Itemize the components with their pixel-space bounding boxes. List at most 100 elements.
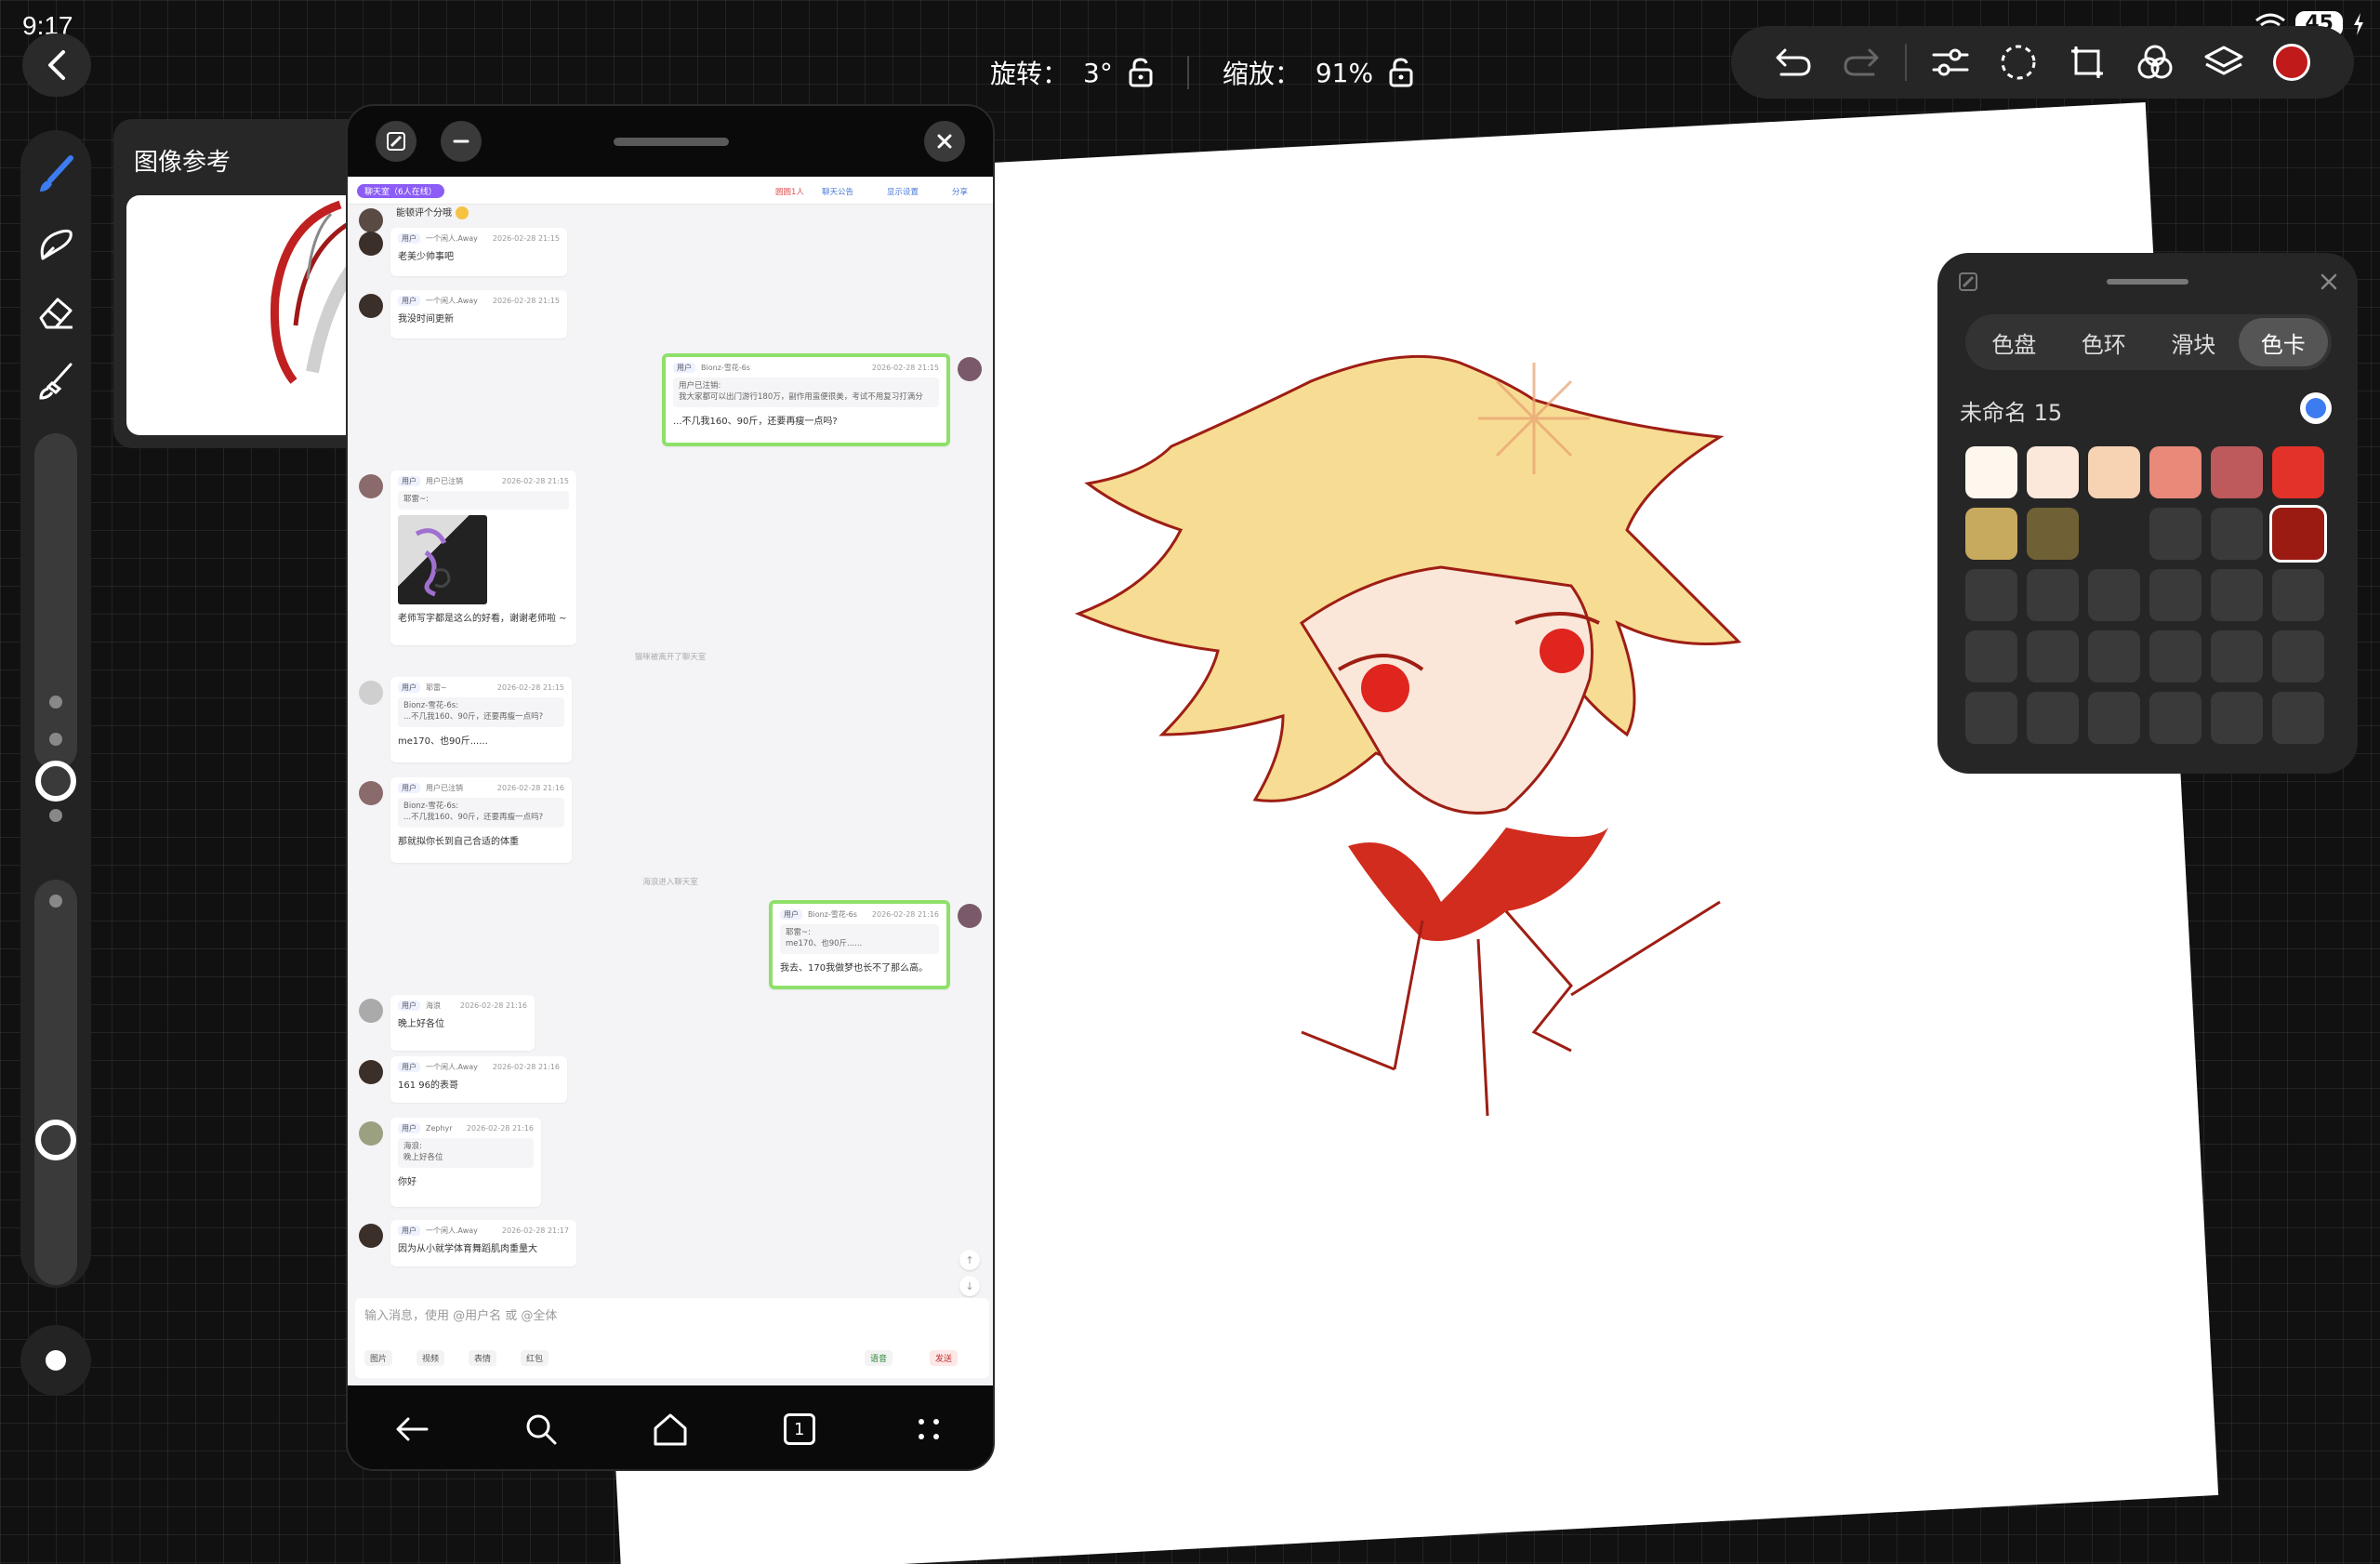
color-swatch[interactable] (2272, 630, 2324, 683)
artwork-drawing[interactable] (1069, 344, 1869, 1181)
selection-button[interactable] (1984, 26, 2053, 99)
message-bubble[interactable]: 用户 用户已注销 2026-02-28 21:15 耶雷~: 老师写字都是这么的好看，谢… (390, 471, 576, 645)
brush-size-knob[interactable] (35, 761, 76, 802)
message-bubble[interactable]: 用户 一个闲人.Away 2026-02-28 21:15 我没时间更新 (390, 290, 567, 338)
color-swatch[interactable] (1965, 446, 2017, 498)
brush-opacity-slider[interactable] (34, 880, 77, 1285)
color-swatch[interactable] (2088, 692, 2140, 744)
nav-tabs-button[interactable]: 1 (772, 1401, 827, 1457)
adjustments-button[interactable] (1916, 26, 1985, 99)
window-close-button[interactable] (924, 121, 965, 162)
nav-home-button[interactable] (642, 1401, 698, 1457)
window-resize-button[interactable] (376, 121, 416, 162)
nav-menu-button[interactable] (901, 1401, 957, 1457)
color-swatch[interactable] (1965, 630, 2017, 683)
shared-photo[interactable] (398, 514, 487, 604)
blend-button[interactable] (2121, 26, 2189, 99)
color-swatch[interactable] (2027, 569, 2079, 621)
smudge-tool-button[interactable] (32, 219, 80, 268)
scroll-down-button[interactable]: ↓ (959, 1276, 980, 1296)
avatar[interactable] (359, 474, 383, 498)
avatar[interactable] (359, 1060, 383, 1084)
message-bubble[interactable]: 用户 一个闲人.Away 2026-02-28 21:16 161 96的表哥 (390, 1056, 567, 1103)
color-swatch[interactable] (2027, 630, 2079, 683)
username[interactable]: Bionz-雪花-6s (808, 909, 857, 920)
color-swatch[interactable] (2211, 692, 2263, 744)
message-bubble[interactable]: 能顿评个分哦 (390, 205, 539, 219)
username[interactable]: 一个闲人.Away (426, 1226, 478, 1236)
avatar[interactable] (359, 232, 383, 256)
username[interactable]: 一个闲人.Away (426, 296, 478, 306)
color-swatch[interactable] (2211, 508, 2263, 560)
color-swatch[interactable] (2272, 569, 2324, 621)
room-name[interactable]: 聊天室（6人在线） (357, 184, 444, 198)
color-panel-close-button[interactable] (2319, 272, 2339, 296)
username[interactable]: Zephyr (426, 1124, 453, 1133)
message-bubble[interactable]: 用户 一个闲人.Away 2026-02-28 21:17 因为从小就学体育舞蹈肌肉重… (390, 1220, 576, 1266)
color-panel-drag-handle[interactable] (2107, 279, 2188, 285)
color-swatch[interactable] (2272, 446, 2324, 498)
avatar[interactable] (359, 999, 383, 1023)
color-panel-resize-button[interactable] (1958, 272, 1978, 296)
send-button[interactable]: 发送 (930, 1350, 959, 1366)
nav-back-button[interactable] (384, 1401, 440, 1457)
color-panel[interactable]: 色盘 色环 滑块 色卡 未命名 15 (1937, 253, 2358, 774)
eyedropper-button[interactable] (20, 1325, 91, 1396)
username[interactable]: 一个闲人.Away (426, 233, 478, 244)
emoji-chip[interactable]: 表情 (469, 1350, 497, 1366)
announcement-link[interactable]: 聊天公告 (822, 186, 853, 197)
nav-search-button[interactable] (513, 1401, 569, 1457)
display-settings-link[interactable]: 显示设置 (887, 186, 919, 197)
avatar[interactable] (359, 294, 383, 318)
my-message-bubble[interactable]: 用户 Bionz-雪花-6s 2026-02-28 21:16 耶雷~: me170、… (769, 900, 950, 989)
video-chip[interactable]: 视频 (416, 1350, 445, 1366)
image-reference-panel[interactable]: 图像参考 (113, 119, 374, 448)
transform-button[interactable] (2053, 26, 2122, 99)
opacity-preset-dot[interactable] (49, 895, 62, 908)
username[interactable]: 耶雷~ (426, 683, 447, 693)
avatar[interactable] (958, 904, 982, 928)
tab-color-palette[interactable]: 色卡 (2238, 318, 2328, 366)
color-swatch[interactable] (2088, 630, 2140, 683)
avatar[interactable] (359, 681, 383, 705)
zoom-lock-icon[interactable] (1388, 58, 1414, 87)
message-bubble[interactable]: 用户 耶雷~ 2026-02-28 21:15 Bionz-雪花-6s: ...不几我… (390, 677, 572, 762)
reference-image[interactable] (126, 195, 374, 435)
brush-tool-button[interactable] (32, 151, 80, 199)
color-swatch[interactable] (2269, 505, 2327, 563)
username[interactable]: 用户已注销 (426, 476, 463, 486)
undo-button[interactable] (1759, 26, 1828, 99)
size-preset-dot[interactable] (49, 733, 62, 746)
message-bubble[interactable]: 用户 一个闲人.Away 2026-02-28 21:15 老美少帅事吧 (390, 228, 567, 276)
tab-color-wheel[interactable]: 色环 (2059, 318, 2149, 366)
tab-color-disc[interactable]: 色盘 (1969, 318, 2059, 366)
palette-select-radio[interactable] (2300, 392, 2332, 424)
color-swatch[interactable] (2149, 446, 2202, 498)
username[interactable]: 一个闲人.Away (426, 1062, 478, 1072)
message-bubble[interactable]: 用户 用户已注销 2026-02-28 21:16 Bionz-雪花-6s: ...不… (390, 777, 572, 863)
color-swatch[interactable] (2088, 446, 2140, 498)
color-swatch[interactable] (1965, 692, 2017, 744)
back-button[interactable] (22, 33, 91, 97)
color-swatch[interactable] (1965, 508, 2017, 560)
color-swatch[interactable] (2211, 446, 2263, 498)
brush-size-slider[interactable] (34, 433, 77, 770)
color-swatch[interactable] (2027, 446, 2079, 498)
color-swatch[interactable] (1965, 569, 2017, 621)
color-swatch[interactable] (2149, 630, 2202, 683)
tab-color-sliders[interactable]: 滑块 (2149, 318, 2239, 366)
window-minimize-button[interactable] (441, 121, 482, 162)
username[interactable]: 用户已注销 (426, 783, 463, 793)
scroll-up-button[interactable]: ↑ (959, 1250, 980, 1270)
palette-name[interactable]: 未命名 15 (1960, 394, 2062, 427)
color-swatch[interactable] (2211, 569, 2263, 621)
online-count-link[interactable]: 圆圆1人 (775, 186, 804, 197)
redo-button[interactable] (1828, 26, 1897, 99)
window-drag-handle[interactable] (614, 138, 729, 146)
color-button[interactable] (2257, 26, 2326, 99)
avatar[interactable] (359, 1121, 383, 1146)
username[interactable]: 海浪 (426, 1001, 441, 1011)
brush-opacity-knob[interactable] (35, 1120, 76, 1160)
color-swatch[interactable] (2088, 569, 2140, 621)
message-input[interactable]: 输入消息，使用 @用户名 或 @全体 (364, 1306, 557, 1323)
